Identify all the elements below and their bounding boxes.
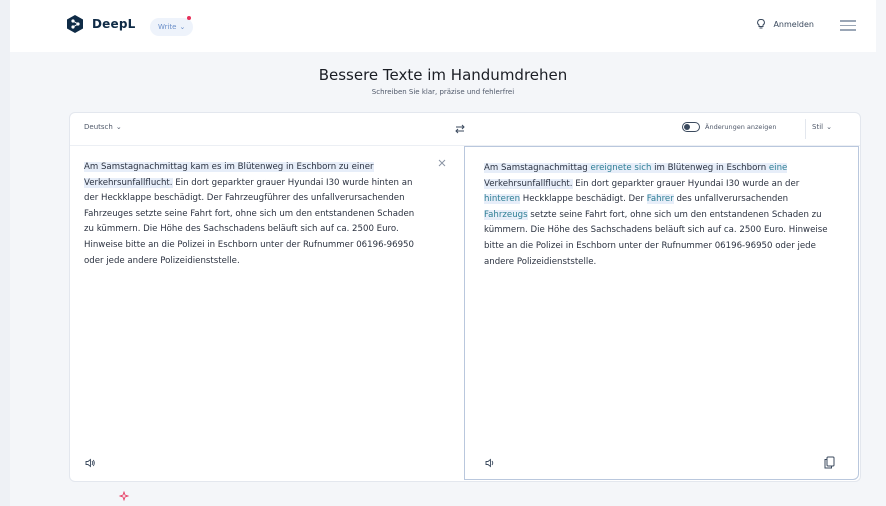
login-button[interactable]: Anmelden xyxy=(755,18,814,30)
write-mode-dropdown[interactable]: Write ⌄ xyxy=(150,16,194,36)
suggested-change[interactable]: Fahrzeugs xyxy=(484,209,528,220)
chevron-down-icon: ⌄ xyxy=(826,123,832,131)
highlighted-sentence: im Blütenweg in Eschborn xyxy=(651,163,769,173)
notification-dot xyxy=(187,16,192,20)
write-mode-label: Write xyxy=(158,23,177,31)
page-title: Bessere Texte im Handumdrehen xyxy=(318,66,568,84)
text-segment: Ein dort geparkter grauer Hyundai I30 wu… xyxy=(572,178,800,189)
style-label: Stil xyxy=(812,123,824,131)
write-editor: Deutsch ⌄ Änderungen anzeigen Stil ⌄ Am … xyxy=(69,112,861,482)
style-select[interactable]: Stil ⌄ xyxy=(812,123,832,131)
suggested-change[interactable]: Fahrer xyxy=(646,194,674,205)
sparkle-icon xyxy=(118,490,130,502)
suggested-change[interactable]: ereignete sich xyxy=(590,163,652,173)
result-panel[interactable]: Am Samstagnachmittag ereignete sich im B… xyxy=(464,146,859,480)
suggested-change[interactable]: eine xyxy=(768,163,788,173)
speaker-icon[interactable] xyxy=(484,457,496,469)
source-language-label: Deutsch xyxy=(84,123,113,131)
show-changes-toggle[interactable]: Änderungen anzeigen xyxy=(682,122,776,132)
copy-icon[interactable] xyxy=(824,456,835,469)
speaker-icon[interactable] xyxy=(84,457,96,469)
deepl-logo-icon xyxy=(67,15,83,33)
text-segment: Ein dort geparkter grauer Hyundai I30 wu… xyxy=(84,177,415,266)
editor-toolbar: Deutsch ⌄ Änderungen anzeigen Stil ⌄ xyxy=(70,113,860,146)
suggested-change[interactable]: hinteren xyxy=(484,194,521,205)
source-panel[interactable]: Am Samstagnachmittag kam es im Blütenweg… xyxy=(70,146,464,481)
lightbulb-icon xyxy=(757,19,766,29)
source-language-select[interactable]: Deutsch ⌄ xyxy=(84,123,122,131)
toolbar-divider xyxy=(805,119,806,139)
swap-icon[interactable] xyxy=(454,123,466,135)
chevron-down-icon: ⌄ xyxy=(179,23,186,31)
brand-name: DeepL xyxy=(92,17,136,31)
toggle-switch[interactable] xyxy=(682,122,700,132)
chevron-down-icon: ⌄ xyxy=(115,123,122,131)
top-bar: DeepL Write ⌄ Anmelden xyxy=(10,0,876,52)
source-text-input[interactable]: Am Samstagnachmittag kam es im Blütenweg… xyxy=(84,160,424,269)
deepl-logo[interactable]: DeepL xyxy=(65,14,135,34)
close-icon[interactable] xyxy=(437,158,447,168)
login-label: Anmelden xyxy=(773,19,814,29)
highlighted-sentence: Am Samstagnachmittag xyxy=(484,163,591,173)
page-subtitle: Schreiben Sie klar, präzise und fehlerfr… xyxy=(371,88,515,96)
show-changes-label: Änderungen anzeigen xyxy=(705,123,777,131)
text-segment: Heckklappe beschädigt. Der xyxy=(520,194,647,205)
text-segment: setzte seine Fahrt fort, ohne sich um de… xyxy=(484,209,828,267)
menu-icon[interactable] xyxy=(840,17,856,31)
text-segment: des unfallverursachenden xyxy=(673,194,789,205)
result-text[interactable]: Am Samstagnachmittag ereignete sich im B… xyxy=(484,161,829,270)
highlighted-sentence: Verkehrsunfallflucht. xyxy=(484,178,573,189)
